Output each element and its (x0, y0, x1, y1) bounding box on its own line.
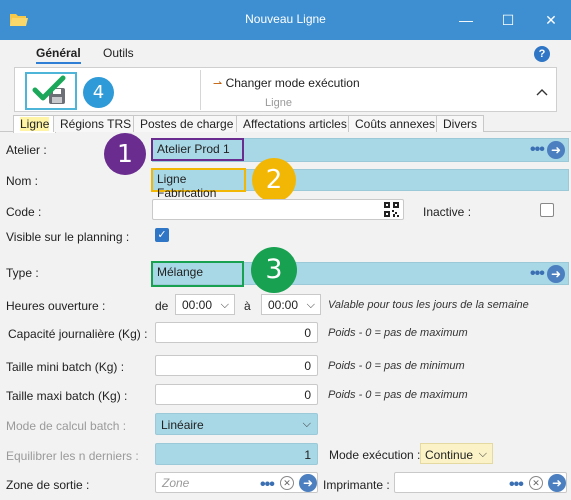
maximize-button[interactable]: ☐ (498, 10, 518, 30)
zone-more-icon[interactable]: ••• (260, 477, 275, 493)
visible-checkbox[interactable]: ✓ (155, 228, 169, 242)
heures-end-select[interactable]: 00:00 ⌵ (261, 294, 321, 315)
ribbon-tabs: Général Outils ? (0, 40, 571, 66)
atelier-more-icon[interactable]: ••• (530, 142, 545, 158)
mode-calcul-select[interactable]: Linéaire ⌵ (155, 413, 318, 435)
tab-ligne[interactable]: Ligne (13, 115, 57, 133)
mini-note: Poids - 0 = pas de minimum (328, 360, 465, 372)
title-bar: Nouveau Ligne — ☐ ✕ (0, 0, 571, 40)
tab-ligne-label: Ligne (20, 117, 50, 131)
zone-label: Zone de sortie : (6, 478, 90, 492)
imprimante-more-icon[interactable]: ••• (509, 477, 524, 493)
chevron-down-icon: ⌵ (220, 299, 229, 311)
chevron-down-icon: ⌵ (306, 299, 315, 311)
callout-3: 3 (251, 247, 297, 293)
type-open-icon[interactable]: ➜ (547, 265, 565, 283)
heures-label: Heures ouverture : (6, 299, 106, 313)
tab-postes-de-charge[interactable]: Postes de charge (133, 115, 241, 132)
imprimante-clear-icon[interactable]: ✕ (529, 476, 543, 490)
nom-value: Ligne Fabrication (151, 168, 246, 200)
maxi-label: Taille maxi batch (Kg) : (6, 389, 128, 403)
equilibrer-input[interactable]: 1 (155, 443, 318, 465)
heures-end-value: 00:00 (268, 298, 299, 312)
atelier-label: Atelier : (6, 143, 47, 157)
callout-4: 4 (83, 77, 114, 108)
change-mode-button[interactable]: ⇀ Changer mode exécution (213, 76, 360, 90)
atelier-open-icon[interactable]: ➜ (547, 141, 565, 159)
type-more-icon[interactable]: ••• (530, 266, 545, 282)
change-mode-icon: ⇀ (213, 78, 223, 90)
mode-exec-value: Continue (425, 448, 474, 462)
zone-open-icon[interactable]: ➜ (299, 474, 317, 492)
ribbon-collapse-icon[interactable] (532, 86, 552, 102)
tab-regions-trs[interactable]: Régions TRS (53, 115, 139, 132)
capacite-note: Poids - 0 = pas de maximum (328, 327, 468, 339)
inactive-checkbox[interactable] (540, 203, 554, 217)
imprimante-label: Imprimante : (323, 478, 390, 492)
heures-start-value: 00:00 (182, 298, 213, 312)
heures-start-select[interactable]: 00:00 ⌵ (175, 294, 235, 315)
visible-label: Visible sur le planning : (6, 230, 130, 244)
tab-couts-annexes[interactable]: Coûts annexes (348, 115, 443, 132)
nom-label: Nom : (6, 174, 39, 188)
mode-exec-select[interactable]: Continue ⌵ (420, 443, 493, 464)
imprimante-open-icon[interactable]: ➜ (548, 474, 566, 492)
qr-code-icon[interactable] (384, 202, 399, 217)
equilibrer-label: Equilibrer les n derniers : (6, 449, 139, 463)
chevron-down-icon: ⌵ (478, 448, 487, 460)
zone-clear-icon[interactable]: ✕ (280, 476, 294, 490)
mini-input[interactable]: 0 (155, 355, 318, 376)
ribbon-tab-general[interactable]: Général (36, 46, 81, 64)
change-mode-label: Changer mode exécution (225, 76, 360, 90)
maxi-note: Poids - 0 = pas de maximum (328, 389, 468, 401)
type-value: Mélange (151, 261, 244, 287)
heures-de-label: de (155, 299, 169, 313)
atelier-value: Atelier Prod 1 (151, 138, 244, 161)
code-input[interactable] (152, 199, 404, 220)
code-label: Code : (6, 205, 42, 219)
save-button[interactable] (25, 72, 77, 110)
mini-label: Taille mini batch (Kg) : (6, 360, 125, 374)
tab-divers[interactable]: Divers (436, 115, 485, 132)
mode-calcul-value: Linéaire (161, 418, 204, 432)
chevron-down-icon: ⌵ (302, 418, 311, 430)
callout-1: 1 (104, 133, 146, 175)
save-check-icon (32, 75, 66, 104)
heures-note: Valable pour tous les jours de la semain… (328, 299, 529, 311)
capacite-label: Capacité journalière (Kg) : (8, 327, 148, 341)
mode-calcul-label: Mode de calcul batch : (6, 419, 127, 433)
type-label: Type : (6, 266, 39, 280)
help-icon[interactable]: ? (534, 46, 550, 62)
close-button[interactable]: ✕ (541, 10, 561, 30)
callout-2: 2 (252, 158, 296, 202)
inactive-label: Inactive : (423, 205, 472, 219)
ribbon-group-label: Ligne (265, 97, 292, 109)
maxi-input[interactable]: 0 (155, 384, 318, 405)
minimize-button[interactable]: — (456, 10, 476, 30)
tab-affectations-articles[interactable]: Affectations articles (236, 115, 354, 132)
capacite-input[interactable]: 0 (155, 322, 318, 343)
ribbon-tab-outils[interactable]: Outils (103, 46, 134, 60)
window-title: Nouveau Ligne (245, 12, 326, 26)
heures-a-label: à (244, 299, 251, 313)
mode-exec-label: Mode exécution : (329, 448, 421, 462)
